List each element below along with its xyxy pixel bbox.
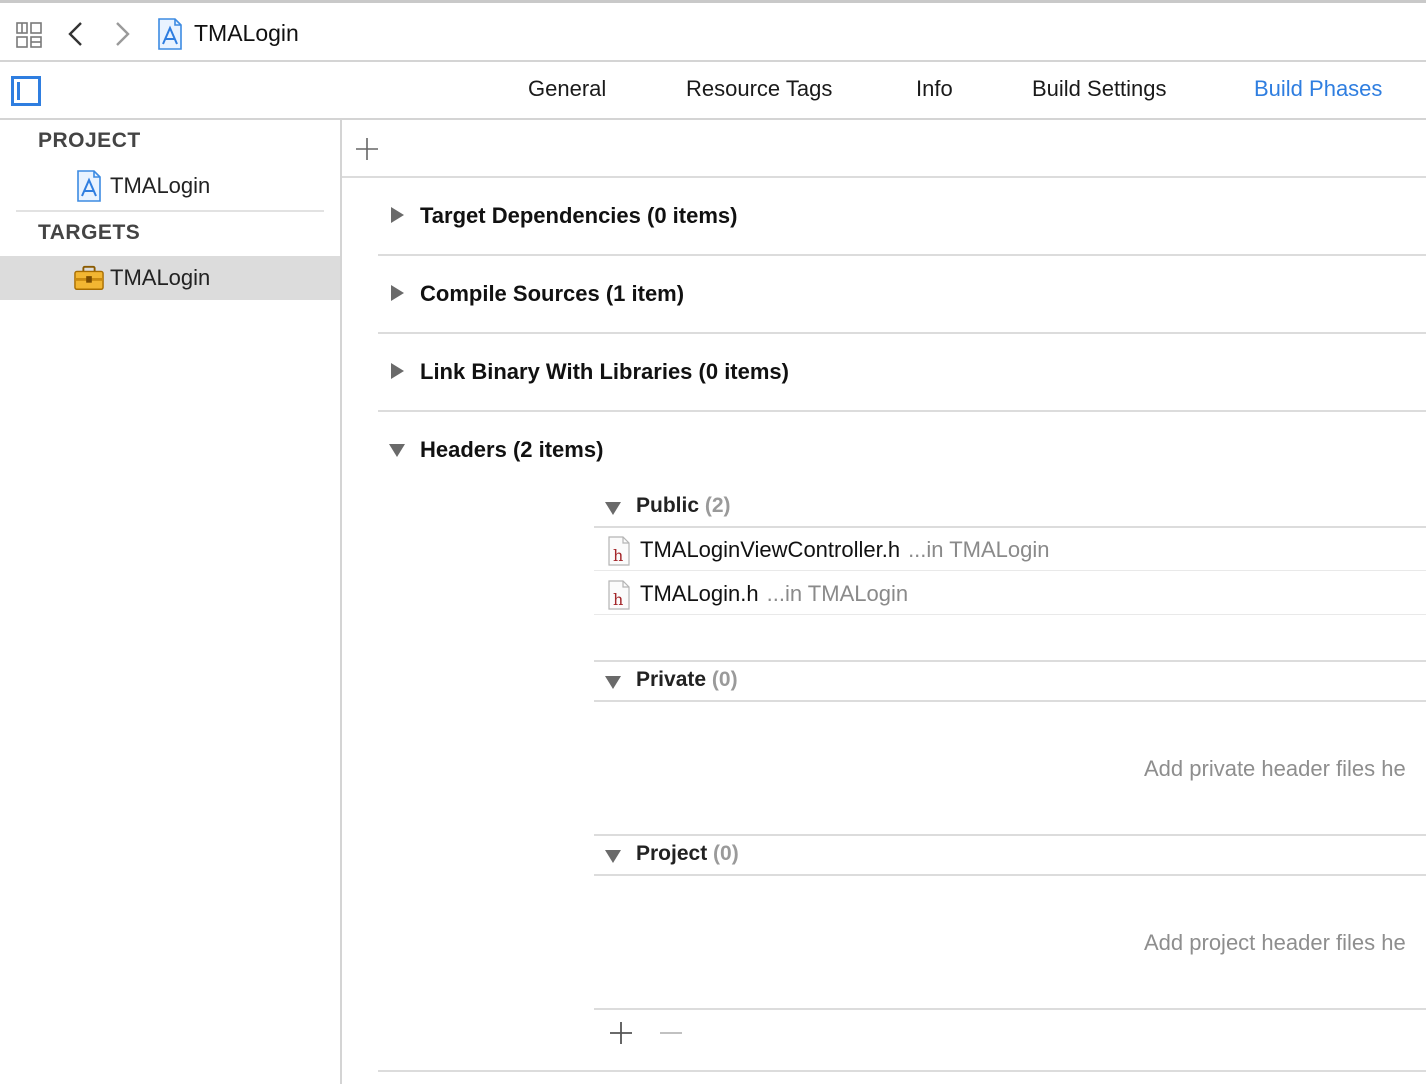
disclosure-down-icon[interactable] xyxy=(604,673,622,691)
minus-icon[interactable] xyxy=(658,1020,684,1046)
plus-icon[interactable] xyxy=(608,1020,634,1046)
target-item-label: TMALogin xyxy=(110,265,211,290)
target-item[interactable]: TMALogin xyxy=(0,256,340,300)
disclosure-right-icon[interactable] xyxy=(388,362,406,380)
subgroup-divider xyxy=(594,660,1426,662)
jump-bar: TMALogin xyxy=(0,0,1426,62)
tab-build-settings[interactable]: Build Settings xyxy=(1032,76,1167,102)
private-headers-title[interactable]: Private (0) xyxy=(636,668,738,692)
project-headers-count: (0) xyxy=(713,842,739,865)
header-file-name: TMALoginViewController.h xyxy=(640,537,901,562)
disclosure-right-icon[interactable] xyxy=(388,206,406,224)
public-headers-label: Public xyxy=(636,494,700,517)
targets-section-header: TARGETS xyxy=(38,221,141,244)
breadcrumb-project[interactable]: TMALogin xyxy=(194,20,299,47)
svg-text:h: h xyxy=(613,546,623,565)
chevron-right-icon[interactable] xyxy=(112,20,132,48)
public-headers-title[interactable]: Public (2) xyxy=(636,494,731,518)
project-item-label: TMALogin xyxy=(110,173,211,198)
header-file-location: ...in TMALogin xyxy=(908,537,1050,562)
sidebar-toggle-icon[interactable] xyxy=(11,76,41,106)
private-headers-count: (0) xyxy=(711,668,738,691)
tab-info[interactable]: Info xyxy=(916,76,953,102)
header-file-location: ...in TMALogin xyxy=(766,581,909,606)
subgroup-divider xyxy=(594,700,1426,702)
build-phases-editor: Target Dependencies (0 items) Compile So… xyxy=(342,120,1426,1084)
phase-divider xyxy=(378,332,1426,334)
project-headers-placeholder: Add project header files he xyxy=(1144,930,1406,955)
project-section-header: PROJECT xyxy=(38,129,141,152)
phase-divider xyxy=(378,254,1426,256)
header-file-icon: h xyxy=(608,580,630,610)
xcode-project-icon xyxy=(158,18,182,50)
phase-compile-sources[interactable]: Compile Sources (1 item) xyxy=(420,281,684,307)
xcode-project-icon xyxy=(77,170,101,202)
project-navigator: PROJECT TMALogin TARGETS TMALogin xyxy=(0,120,342,1084)
subgroup-divider xyxy=(594,1008,1426,1010)
toolbox-icon xyxy=(74,265,104,290)
project-headers-label: Project xyxy=(636,842,708,865)
disclosure-down-icon[interactable] xyxy=(604,499,622,517)
tab-resource-tags[interactable]: Resource Tags xyxy=(686,76,832,102)
header-file-row[interactable]: h TMALogin.h ...in TMALogin xyxy=(594,572,1426,616)
row-divider xyxy=(594,570,1426,571)
header-file-icon: h xyxy=(608,536,630,566)
disclosure-right-icon[interactable] xyxy=(388,284,406,302)
phase-link-binary[interactable]: Link Binary With Libraries (0 items) xyxy=(420,359,789,385)
subgroup-divider xyxy=(594,874,1426,876)
row-divider xyxy=(594,614,1426,615)
header-file-row[interactable]: h TMALoginViewController.h ...in TMALogin xyxy=(594,528,1426,572)
tab-build-phases[interactable]: Build Phases xyxy=(1254,76,1382,102)
plus-icon[interactable] xyxy=(355,137,379,161)
project-item[interactable]: TMALogin xyxy=(0,164,340,208)
grid-icon[interactable] xyxy=(16,22,42,48)
svg-text:h: h xyxy=(613,590,623,609)
private-headers-label: Private xyxy=(636,668,707,691)
private-headers-placeholder: Add private header files he xyxy=(1144,756,1406,781)
header-file-name: TMALogin.h xyxy=(640,581,759,606)
navigator-divider xyxy=(16,210,324,212)
disclosure-down-icon[interactable] xyxy=(604,847,622,865)
public-headers-count: (2) xyxy=(704,494,731,517)
tab-general[interactable]: General xyxy=(528,76,606,102)
phase-toolbar xyxy=(342,120,1426,178)
phase-divider xyxy=(378,1070,1426,1072)
phase-divider xyxy=(378,410,1426,412)
phase-target-dependencies[interactable]: Target Dependencies (0 items) xyxy=(420,203,737,229)
phase-headers[interactable]: Headers (2 items) xyxy=(420,437,603,463)
subgroup-divider xyxy=(594,834,1426,836)
disclosure-down-icon[interactable] xyxy=(388,441,406,459)
chevron-left-icon[interactable] xyxy=(66,20,86,48)
project-headers-title[interactable]: Project (0) xyxy=(636,842,739,866)
editor-tab-bar: General Resource Tags Info Build Setting… xyxy=(0,62,1426,120)
